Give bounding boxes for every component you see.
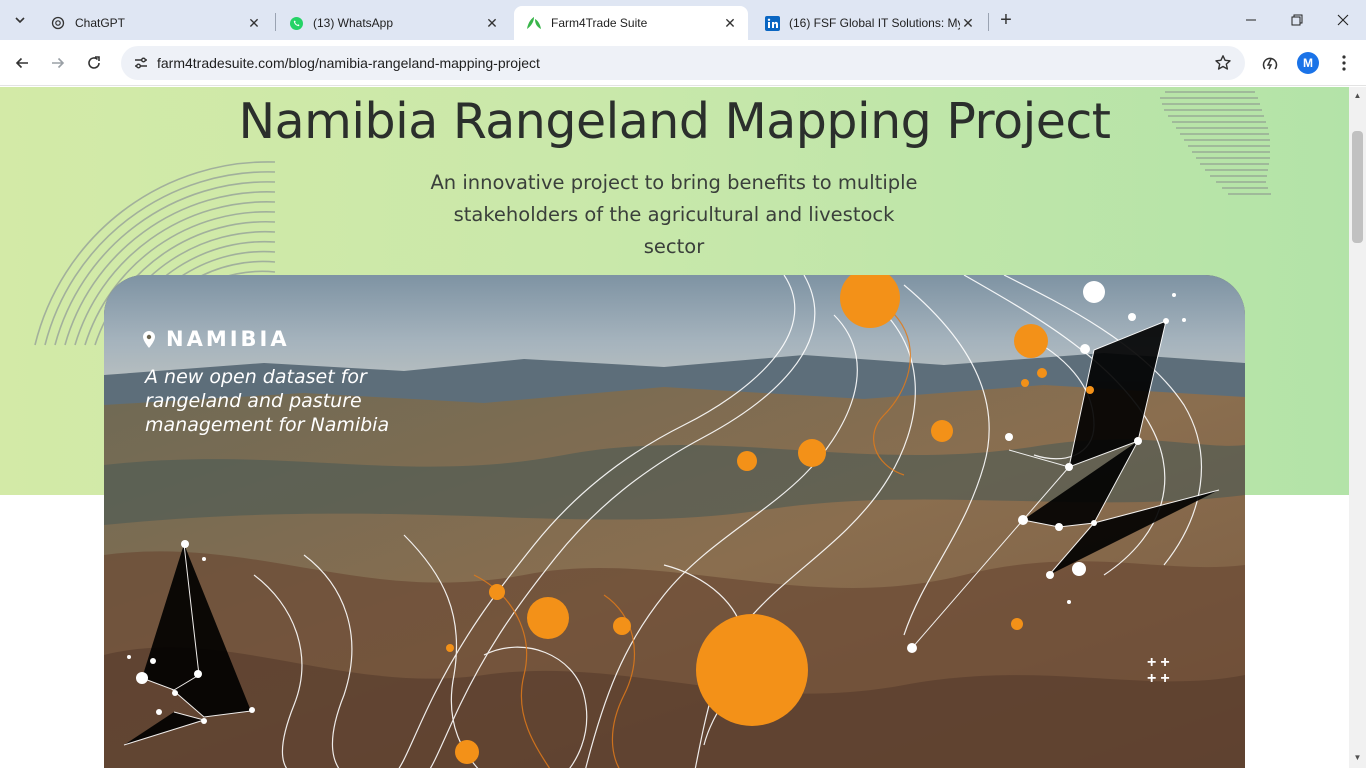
back-button[interactable] bbox=[6, 47, 38, 79]
whatsapp-icon bbox=[288, 15, 304, 31]
hero-banner-image: NAMIBIA A new open dataset for rangeland… bbox=[104, 275, 1245, 768]
tab-chatgpt[interactable]: ChatGPT ✕ bbox=[38, 6, 272, 40]
arrow-left-icon bbox=[15, 57, 28, 69]
close-icon[interactable]: ✕ bbox=[484, 15, 500, 31]
restore-icon bbox=[1291, 14, 1303, 26]
profile-avatar[interactable]: M bbox=[1297, 52, 1319, 74]
new-tab-button[interactable]: + bbox=[994, 8, 1018, 32]
tab-title: (13) WhatsApp bbox=[313, 16, 394, 30]
page-subtitle: An innovative project to bring benefits … bbox=[430, 171, 918, 258]
reload-button[interactable] bbox=[78, 47, 110, 79]
plus-marks: ++ ++ bbox=[1147, 654, 1174, 687]
close-window-button[interactable] bbox=[1320, 0, 1366, 40]
tab-title: (16) FSF Global IT Solutions: My bbox=[789, 16, 960, 30]
forward-button[interactable] bbox=[42, 47, 74, 79]
vertical-scrollbar[interactable]: ▲ ▼ bbox=[1349, 87, 1366, 768]
url-text: farm4tradesuite.com/blog/namibia-rangela… bbox=[157, 55, 540, 71]
reload-icon bbox=[88, 56, 100, 69]
browser-toolbar: farm4tradesuite.com/blog/namibia-rangela… bbox=[0, 40, 1366, 86]
tab-separator bbox=[988, 13, 989, 31]
close-icon[interactable]: ✕ bbox=[246, 15, 262, 31]
close-icon[interactable]: ✕ bbox=[722, 15, 738, 31]
address-bar[interactable]: farm4tradesuite.com/blog/namibia-rangela… bbox=[121, 46, 1245, 80]
bookmark-star-icon[interactable] bbox=[1213, 53, 1233, 73]
tab-strip: ChatGPT ✕ (13) WhatsApp ✕ Farm4Trade Sui… bbox=[0, 0, 1366, 40]
extension-icon[interactable] bbox=[1258, 52, 1282, 76]
chevron-down-icon bbox=[15, 17, 25, 24]
kebab-menu-icon[interactable] bbox=[1332, 51, 1356, 75]
scroll-up-arrow-icon[interactable]: ▲ bbox=[1353, 91, 1362, 100]
location-name: NAMIBIA bbox=[166, 327, 290, 351]
scrollbar-thumb[interactable] bbox=[1352, 131, 1363, 243]
close-icon[interactable]: ✕ bbox=[960, 15, 976, 31]
location-label: NAMIBIA bbox=[142, 327, 290, 351]
arrow-right-icon bbox=[52, 57, 65, 69]
tab-farm4trade[interactable]: Farm4Trade Suite ✕ bbox=[514, 6, 748, 40]
linkedin-icon bbox=[764, 15, 780, 31]
leaf-icon bbox=[526, 15, 542, 31]
scroll-down-arrow-icon[interactable]: ▼ bbox=[1353, 753, 1362, 762]
tab-linkedin[interactable]: (16) FSF Global IT Solutions: My ✕ bbox=[752, 6, 986, 40]
tab-title: Farm4Trade Suite bbox=[551, 16, 648, 30]
page-title: Namibia Rangeland Mapping Project bbox=[238, 93, 1111, 150]
map-pin-icon bbox=[142, 330, 156, 348]
page-viewport: Namibia Rangeland Mapping Project An inn… bbox=[0, 87, 1349, 768]
tab-search-button[interactable] bbox=[8, 8, 32, 32]
minimize-button[interactable] bbox=[1228, 0, 1274, 40]
site-settings-icon[interactable] bbox=[129, 51, 153, 75]
banner-tagline: A new open dataset for rangeland and pas… bbox=[145, 366, 390, 436]
close-icon bbox=[1337, 14, 1349, 26]
tab-whatsapp[interactable]: (13) WhatsApp ✕ bbox=[276, 6, 510, 40]
minimize-icon bbox=[1246, 19, 1256, 21]
restore-button[interactable] bbox=[1274, 0, 1320, 40]
chatgpt-icon bbox=[50, 15, 66, 31]
tab-title: ChatGPT bbox=[75, 16, 126, 30]
